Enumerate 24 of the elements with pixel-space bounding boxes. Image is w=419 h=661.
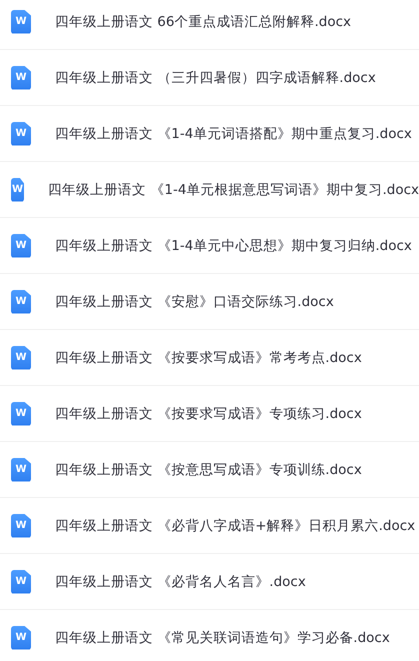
word-document-icon: W (11, 10, 31, 34)
file-name[interactable]: 四年级上册语文 《1-4单元根据意思写词语》期中复习.docx (48, 180, 419, 198)
word-document-icon: W (11, 626, 31, 650)
word-document-icon: W (11, 458, 31, 482)
file-name[interactable]: 四年级上册语文 《常见关联词语造句》学习必备.docx (55, 628, 390, 646)
word-document-icon: W (11, 402, 31, 426)
word-document-icon: W (11, 66, 31, 90)
file-name[interactable]: 四年级上册语文 《按意思写成语》专项训练.docx (55, 460, 362, 478)
file-name[interactable]: 四年级上册语文 《1-4单元中心思想》期中复习归纳.docx (55, 236, 412, 254)
file-name[interactable]: 四年级上册语文 《按要求写成语》常考考点.docx (55, 348, 362, 366)
word-document-icon: W (11, 122, 31, 146)
file-name[interactable]: 四年级上册语文 《按要求写成语》专项练习.docx (55, 404, 362, 422)
file-name[interactable]: 四年级上册语文 《1-4单元词语搭配》期中重点复习.docx (55, 124, 412, 142)
file-name[interactable]: 四年级上册语文 《安慰》口语交际练习.docx (55, 292, 334, 310)
file-name[interactable]: 四年级上册语文 66个重点成语汇总附解释.docx (55, 12, 352, 30)
word-document-icon: W (11, 234, 31, 258)
file-name[interactable]: 四年级上册语文 （三升四暑假）四字成语解释.docx (55, 68, 376, 86)
word-document-icon: W (11, 514, 31, 538)
file-name[interactable]: 四年级上册语文 《必背名人名言》.docx (55, 572, 306, 590)
word-document-icon: W (11, 346, 31, 370)
word-document-icon: W (11, 178, 24, 202)
word-document-icon: W (11, 570, 31, 594)
word-document-icon: W (11, 290, 31, 314)
file-name[interactable]: 四年级上册语文 《必背八字成语+解释》日积月累六.docx (55, 516, 416, 534)
